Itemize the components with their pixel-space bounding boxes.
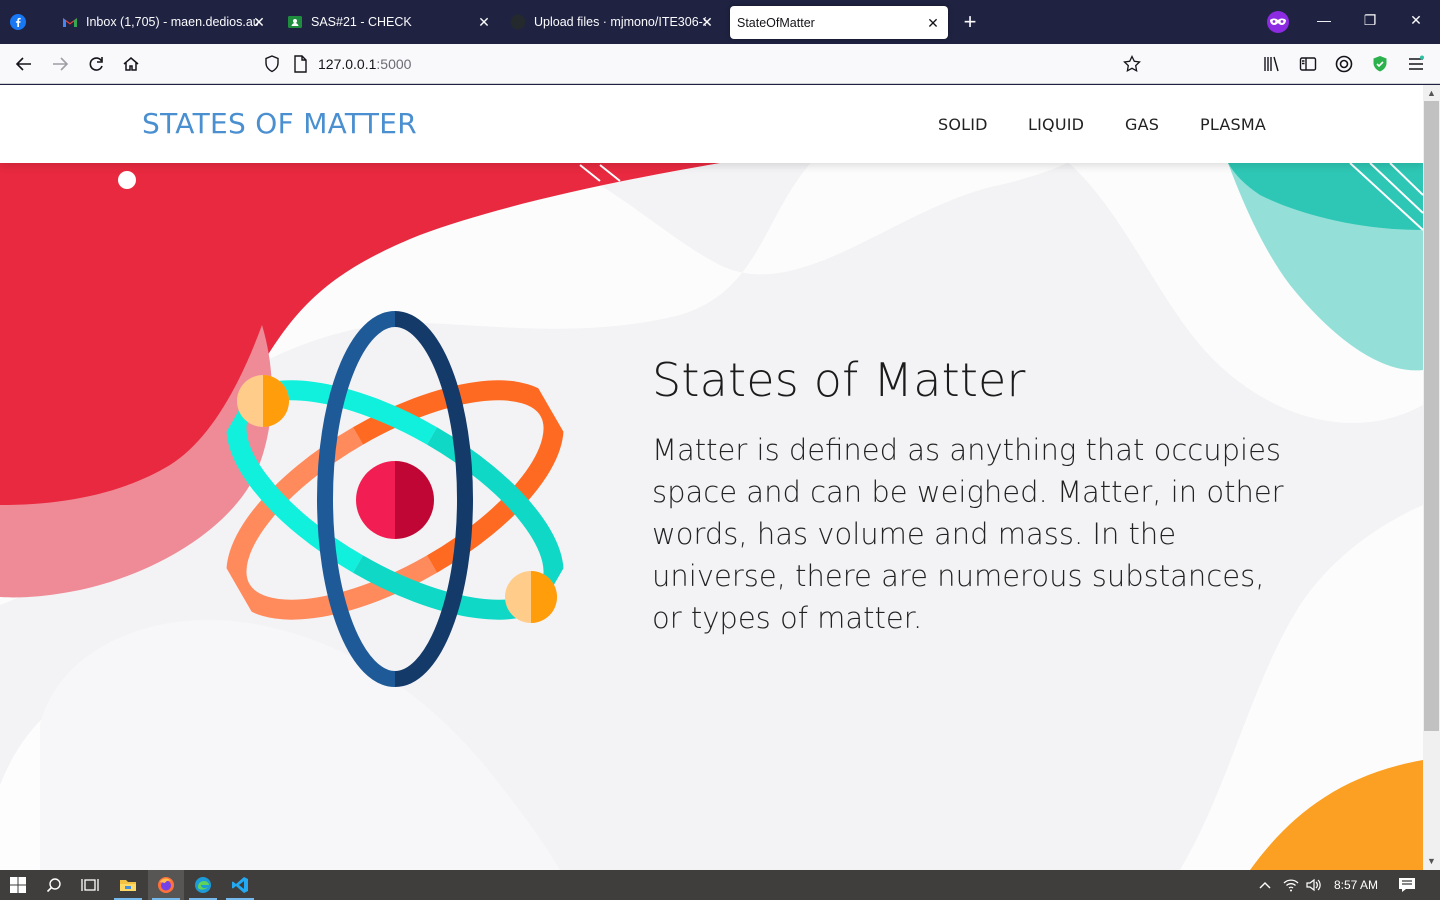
back-arrow-icon[interactable] xyxy=(14,54,34,74)
new-tab-button[interactable]: + xyxy=(960,11,980,33)
scroll-up-arrow-icon[interactable]: ▲ xyxy=(1427,89,1436,98)
taskbar-file-explorer[interactable] xyxy=(110,870,146,900)
tab-title: SAS#21 - CHECK xyxy=(311,15,412,29)
close-tab-icon[interactable]: ✕ xyxy=(700,15,714,29)
windows-logo-icon xyxy=(10,877,26,893)
search-icon xyxy=(46,878,61,893)
reload-icon[interactable] xyxy=(86,54,106,74)
electron-bottom-right xyxy=(505,571,557,623)
scroll-down-arrow-icon[interactable]: ▼ xyxy=(1427,857,1436,866)
hero-title: States of Matter xyxy=(652,353,1026,407)
task-view-button[interactable] xyxy=(72,870,108,900)
folder-icon xyxy=(120,880,136,891)
url-bar[interactable]: 127.0.0.1:5000 xyxy=(318,54,411,74)
minimize-icon[interactable]: — xyxy=(1314,12,1334,28)
pinned-tab-facebook[interactable] xyxy=(10,0,30,44)
hero-description: Matter is defined as anything that occup… xyxy=(652,433,1284,635)
notifications-icon[interactable] xyxy=(1398,877,1416,893)
firefox-icon xyxy=(158,877,174,893)
bookmark-star-icon[interactable] xyxy=(1122,54,1142,74)
close-tab-icon[interactable]: ✕ xyxy=(477,15,491,29)
start-button[interactable] xyxy=(0,870,36,900)
url-port: :5000 xyxy=(376,56,412,72)
github-icon xyxy=(510,14,526,30)
taskbar-edge[interactable] xyxy=(185,870,221,900)
taskbar-vscode[interactable] xyxy=(222,870,258,900)
windows-taskbar: 8:57 AM xyxy=(0,870,1440,900)
shield-icon[interactable] xyxy=(262,54,282,74)
classroom-icon xyxy=(288,16,302,28)
tab-github[interactable]: Upload files · mjmono/ITE306-S ✕ xyxy=(510,0,722,44)
network-wifi-icon[interactable] xyxy=(1283,877,1299,893)
browser-tab-strip: Inbox (1,705) - maen.dedios.au ✕ SAS#21 … xyxy=(0,0,1440,44)
atom-illustration xyxy=(226,311,564,687)
nav-link-plasma[interactable]: PLASMA xyxy=(1200,115,1266,134)
restore-icon[interactable]: ❐ xyxy=(1360,12,1380,29)
home-icon[interactable] xyxy=(121,54,141,74)
search-button[interactable] xyxy=(36,870,72,900)
tab-title: Inbox (1,705) - maen.dedios.au xyxy=(86,15,258,29)
nav-link-solid[interactable]: SOLID xyxy=(938,115,988,134)
account-sync-icon[interactable] xyxy=(1334,54,1354,74)
gmail-icon xyxy=(63,18,77,27)
taskbar-clock[interactable]: 8:57 AM xyxy=(1334,878,1378,892)
nav-link-liquid[interactable]: LIQUID xyxy=(1028,115,1084,134)
close-tab-icon[interactable]: ✕ xyxy=(926,16,940,30)
vscode-icon xyxy=(232,877,248,893)
facebook-icon xyxy=(10,14,26,30)
scrollbar-thumb[interactable] xyxy=(1424,101,1439,731)
page-scrollbar[interactable]: ▲ ▼ xyxy=(1423,85,1440,870)
tab-title: Upload files · mjmono/ITE306-S xyxy=(534,15,706,29)
close-window-icon[interactable]: ✕ xyxy=(1406,12,1426,29)
browser-navigation-bar: 127.0.0.1:5000 xyxy=(0,44,1440,84)
sidebar-icon[interactable] xyxy=(1298,54,1318,74)
nav-link-gas[interactable]: GAS xyxy=(1125,115,1159,134)
forward-arrow-icon[interactable] xyxy=(50,54,70,74)
library-icon[interactable] xyxy=(1262,54,1282,74)
menu-icon[interactable] xyxy=(1406,54,1426,74)
site-header: STATES OF MATTER SOLID LIQUID GAS PLASMA xyxy=(0,85,1423,163)
task-view-icon xyxy=(81,879,99,891)
private-browsing-icon[interactable] xyxy=(1266,10,1290,34)
tab-title: StateOfMatter xyxy=(737,15,815,30)
edge-icon xyxy=(195,877,211,893)
page-viewport: STATES OF MATTER SOLID LIQUID GAS PLASMA xyxy=(0,85,1423,870)
electron-top-left xyxy=(237,375,289,427)
volume-icon[interactable] xyxy=(1305,877,1321,893)
site-brand-link[interactable]: STATES OF MATTER xyxy=(142,107,417,140)
page-info-icon[interactable] xyxy=(290,54,310,74)
close-tab-icon[interactable]: ✕ xyxy=(252,15,266,29)
adblock-shield-icon[interactable] xyxy=(1370,54,1390,74)
taskbar-firefox[interactable] xyxy=(148,870,184,900)
tab-stateofmatter[interactable]: StateOfMatter ✕ xyxy=(730,6,948,39)
tab-classroom[interactable]: SAS#21 - CHECK ✕ xyxy=(287,0,499,44)
show-hidden-icons-icon[interactable] xyxy=(1258,879,1272,891)
url-host: 127.0.0.1 xyxy=(318,56,377,72)
tab-gmail[interactable]: Inbox (1,705) - maen.dedios.au ✕ xyxy=(62,0,274,44)
